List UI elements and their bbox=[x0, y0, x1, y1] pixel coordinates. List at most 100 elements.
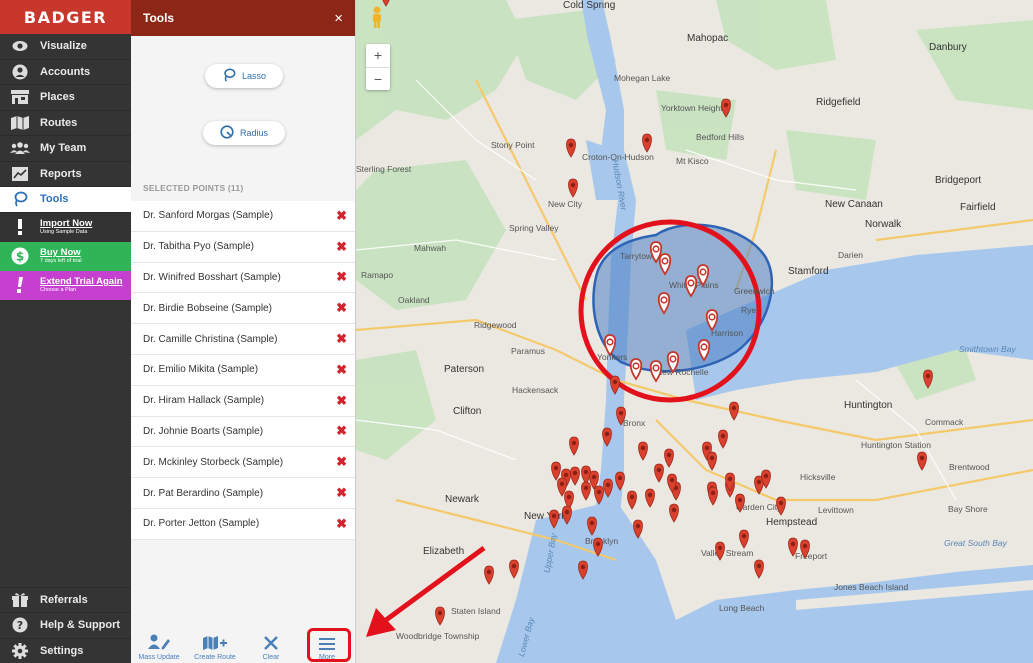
zoom-in-button[interactable]: + bbox=[366, 44, 390, 67]
sidebar-item-label: Visualize bbox=[40, 40, 87, 53]
close-icon[interactable]: × bbox=[334, 10, 343, 27]
remove-icon[interactable]: ✖ bbox=[336, 393, 347, 409]
sidebar-item-label: Routes bbox=[40, 116, 78, 129]
map-plus-icon bbox=[203, 636, 227, 654]
sidebar-item-label: Reports bbox=[40, 167, 82, 180]
sidebar-item-label: My Team bbox=[40, 142, 87, 155]
sidebar-item-label: Places bbox=[40, 91, 75, 104]
point-name: Dr. Pat Berardino (Sample) bbox=[143, 487, 264, 499]
remove-icon[interactable]: ✖ bbox=[336, 269, 347, 285]
red-pin-group[interactable] bbox=[381, 0, 933, 626]
remove-icon[interactable]: ✖ bbox=[336, 454, 347, 470]
more-label: More bbox=[319, 654, 335, 661]
point-name: Dr. Camille Christina (Sample) bbox=[143, 333, 278, 345]
import-now-promo[interactable]: Import Now Using Sample Data bbox=[0, 212, 131, 242]
remove-icon[interactable]: ✖ bbox=[336, 331, 347, 347]
point-name: Dr. Hiram Hallack (Sample) bbox=[143, 395, 265, 407]
hamburger-icon bbox=[319, 638, 335, 654]
list-item[interactable]: Dr. Pat Berardino (Sample) ✖ bbox=[131, 478, 355, 509]
chart-icon bbox=[0, 166, 40, 181]
building-icon bbox=[0, 90, 40, 105]
create-route-button[interactable]: Create Route bbox=[187, 627, 243, 663]
sidebar-item-label: Tools bbox=[40, 193, 69, 206]
remove-icon[interactable]: ✖ bbox=[336, 423, 347, 439]
list-item[interactable]: Dr. Winifred Bosshart (Sample) ✖ bbox=[131, 263, 355, 294]
list-item[interactable]: Dr. Tabitha Pyo (Sample) ✖ bbox=[131, 232, 355, 263]
point-name: Dr. Sanford Morgas (Sample) bbox=[143, 210, 274, 222]
sidebar-item-referrals[interactable]: Referrals bbox=[0, 586, 131, 613]
selected-pin-group[interactable] bbox=[603, 241, 719, 382]
buy-now-title: Buy Now bbox=[40, 247, 81, 258]
x-icon bbox=[264, 636, 278, 654]
tools-title: Tools bbox=[143, 11, 175, 25]
list-item[interactable]: Dr. Mckinley Storbeck (Sample) ✖ bbox=[131, 447, 355, 479]
sidebar-item-reports[interactable]: Reports bbox=[0, 162, 131, 187]
tools-header: Tools × bbox=[131, 0, 355, 36]
point-name: Dr. Johnie Boarts (Sample) bbox=[143, 425, 264, 437]
zoom-out-button[interactable]: − bbox=[366, 66, 390, 91]
remove-icon[interactable]: ✖ bbox=[336, 300, 347, 316]
lasso-button[interactable]: Lasso bbox=[205, 64, 283, 88]
clear-button[interactable]: Clear bbox=[243, 627, 299, 663]
map-pins bbox=[381, 0, 933, 626]
eye-icon bbox=[0, 40, 40, 52]
sidebar-item-label: Referrals bbox=[40, 593, 88, 606]
team-icon bbox=[0, 142, 40, 155]
tools-panel: Tools × Lasso Radius SELECTED POINTS (11… bbox=[131, 0, 356, 663]
sidebar-item-routes[interactable]: Routes bbox=[0, 111, 131, 136]
buy-now-promo[interactable]: $ Buy Now 7 days left of trial bbox=[0, 241, 131, 271]
selected-points-heading: SELECTED POINTS (11) bbox=[143, 183, 244, 193]
more-button[interactable]: More bbox=[299, 627, 355, 663]
mass-update-icon bbox=[148, 634, 170, 654]
help-icon: ? bbox=[0, 617, 40, 633]
radius-label: Radius bbox=[239, 128, 268, 138]
svg-text:?: ? bbox=[17, 619, 23, 632]
extend-trial-subtitle: Choose a Plan bbox=[40, 286, 77, 293]
point-name: Dr. Emilio Mikita (Sample) bbox=[143, 364, 259, 376]
sidebar-item-label: Help & Support bbox=[40, 619, 121, 632]
exclamation-icon bbox=[0, 277, 40, 293]
list-item[interactable]: Dr. Sanford Morgas (Sample) ✖ bbox=[131, 201, 355, 232]
list-item[interactable]: Dr. Johnie Boarts (Sample) ✖ bbox=[131, 417, 355, 448]
tools-footer: Mass Update Create Route Clear More bbox=[131, 627, 355, 663]
radius-icon bbox=[220, 125, 234, 141]
lasso-label: Lasso bbox=[241, 71, 267, 81]
mass-update-button[interactable]: Mass Update bbox=[131, 627, 187, 663]
sidebar-item-label: Settings bbox=[40, 644, 84, 657]
sidebar-item-my-team[interactable]: My Team bbox=[0, 136, 131, 162]
street-view-icon[interactable] bbox=[368, 6, 386, 28]
clear-label: Clear bbox=[262, 654, 280, 661]
list-item[interactable]: Dr. Hiram Hallack (Sample) ✖ bbox=[131, 386, 355, 417]
sidebar-item-help-support[interactable]: ? Help & Support bbox=[0, 612, 131, 638]
zoom-control: + − bbox=[366, 44, 390, 90]
map-icon bbox=[0, 115, 40, 130]
list-item[interactable]: Dr. Camille Christina (Sample) ✖ bbox=[131, 324, 355, 355]
remove-icon[interactable]: ✖ bbox=[336, 485, 347, 501]
list-item[interactable]: Dr. Porter Jetton (Sample) ✖ bbox=[131, 509, 355, 540]
map-canvas[interactable]: Cold Spring Mahopac Mohegan Lake Yorktow… bbox=[356, 0, 1033, 663]
gear-icon bbox=[0, 642, 40, 659]
create-route-label: Create Route bbox=[194, 654, 236, 661]
dollar-icon: $ bbox=[0, 247, 40, 265]
sidebar-item-places[interactable]: Places bbox=[0, 85, 131, 111]
remove-icon[interactable]: ✖ bbox=[336, 362, 347, 378]
extend-trial-promo[interactable]: Extend Trial Again Choose a Plan bbox=[0, 270, 131, 300]
import-now-title: Import Now bbox=[40, 218, 93, 229]
point-name: Dr. Mckinley Storbeck (Sample) bbox=[143, 456, 284, 468]
selected-points-list: Dr. Sanford Morgas (Sample) ✖ Dr. Tabitha… bbox=[131, 201, 355, 540]
remove-icon[interactable]: ✖ bbox=[336, 208, 347, 224]
lasso-icon bbox=[222, 68, 236, 84]
remove-icon[interactable]: ✖ bbox=[336, 239, 347, 255]
list-item[interactable]: Dr. Birdie Bobseine (Sample) ✖ bbox=[131, 293, 355, 325]
sidebar-item-accounts[interactable]: Accounts bbox=[0, 60, 131, 85]
list-item[interactable]: Dr. Emilio Mikita (Sample) ✖ bbox=[131, 355, 355, 386]
sidebar-item-visualize[interactable]: Visualize bbox=[0, 34, 131, 60]
radius-button[interactable]: Radius bbox=[203, 121, 285, 145]
sidebar-item-settings[interactable]: Settings bbox=[0, 637, 131, 663]
import-now-subtitle: Using Sample Data bbox=[40, 228, 88, 235]
extend-trial-title: Extend Trial Again bbox=[40, 276, 123, 287]
point-name: Dr. Porter Jetton (Sample) bbox=[143, 518, 260, 530]
sidebar-item-tools[interactable]: Tools bbox=[0, 187, 131, 213]
badger-logo[interactable]: BADGER bbox=[0, 0, 131, 34]
remove-icon[interactable]: ✖ bbox=[336, 516, 347, 532]
